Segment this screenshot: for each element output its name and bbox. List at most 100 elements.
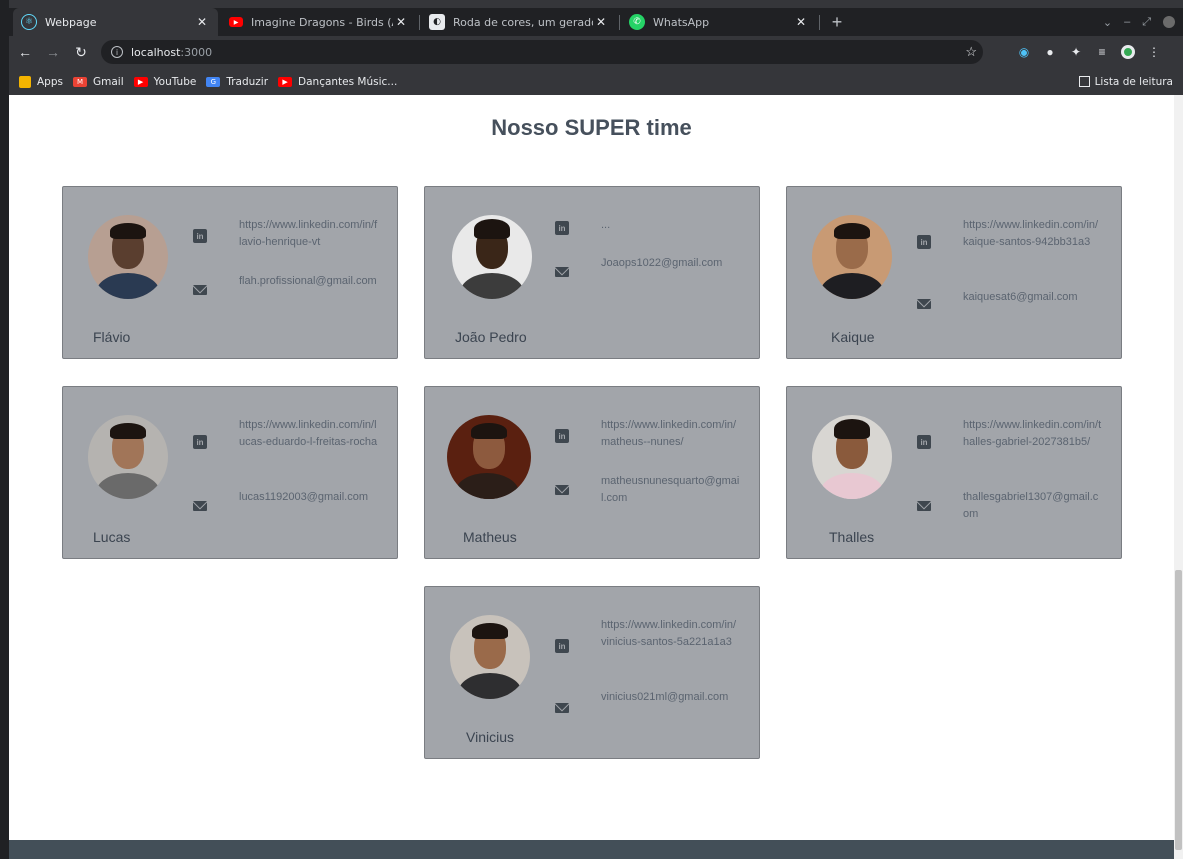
window-controls: ⌄ – ⤢ — [1103, 8, 1175, 36]
menu-kebab-icon[interactable]: ⋮ — [1145, 44, 1163, 60]
bookmark-traduzir[interactable]: G Traduzir — [206, 76, 268, 88]
email-link[interactable]: matheusnunesquarto@gmail.com — [601, 473, 741, 507]
bookmarks-bar: Apps M Gmail ▶ YouTube G Traduzir ▶ Danç… — [9, 68, 1183, 95]
page-scrollbar[interactable] — [1174, 95, 1183, 859]
youtube-icon: ▶ — [278, 76, 293, 87]
close-window-icon[interactable] — [1163, 16, 1175, 28]
member-name: Vinicius — [466, 729, 514, 745]
email-link[interactable]: thallesgabriel1307@gmail.com — [963, 489, 1103, 523]
mail-icon[interactable] — [193, 501, 207, 511]
forward-button[interactable]: → — [41, 40, 65, 64]
linkedin-link[interactable]: https://www.linkedin.com/in/kaique-santo… — [963, 217, 1103, 251]
reading-list-icon — [1078, 76, 1090, 87]
linkedin-icon[interactable]: in — [917, 235, 931, 249]
member-name: Lucas — [93, 529, 131, 545]
bookmark-youtube[interactable]: ▶ YouTube — [133, 76, 196, 88]
email-link[interactable]: Joaops1022@gmail.com — [601, 255, 741, 272]
linkedin-link[interactable]: ... — [601, 217, 741, 234]
mail-icon[interactable] — [555, 703, 569, 713]
linkedin-icon[interactable]: in — [555, 221, 569, 235]
member-card: in https://www.linkedin.com/in/matheus--… — [424, 386, 760, 559]
member-card: in https://www.linkedin.com/in/flavio-he… — [62, 186, 398, 359]
bookmark-apps[interactable]: Apps — [19, 75, 63, 88]
youtube-icon: ▶ — [229, 17, 243, 27]
mail-icon[interactable] — [917, 299, 931, 309]
color-wheel-icon: ◐ — [429, 14, 445, 30]
avatar — [88, 215, 168, 299]
avatar — [450, 615, 530, 699]
linkedin-link[interactable]: https://www.linkedin.com/in/thalles-gabr… — [963, 417, 1103, 451]
browser-toolbar: ← → ↻ i localhost:3000 ☆ ◉ ● ✦ ≡ ⋮ — [9, 36, 1183, 68]
mail-icon[interactable] — [555, 267, 569, 277]
scrollbar-thumb[interactable] — [1175, 570, 1182, 850]
linkedin-link[interactable]: https://www.linkedin.com/in/flavio-henri… — [239, 217, 379, 251]
member-name: João Pedro — [455, 329, 527, 345]
page-footer — [9, 840, 1174, 859]
tab-webpage[interactable]: ⚛ Webpage ✕ — [13, 8, 218, 36]
linkedin-link[interactable]: https://www.linkedin.com/in/matheus--nun… — [601, 417, 741, 451]
minimize-icon[interactable]: – — [1124, 16, 1130, 28]
info-icon[interactable]: i — [111, 46, 123, 58]
linkedin-icon[interactable]: in — [193, 229, 207, 243]
gmail-icon: M — [72, 76, 87, 87]
email-link[interactable]: vinicius021ml@gmail.com — [601, 689, 741, 706]
email-link[interactable]: flah.profissional@gmail.com — [239, 273, 379, 290]
bookmark-star-icon[interactable]: ☆ — [965, 44, 977, 60]
member-card: in https://www.linkedin.com/in/lucas-edu… — [62, 386, 398, 559]
window-left-edge — [0, 0, 9, 859]
email-link[interactable]: kaiquesat6@gmail.com — [963, 289, 1103, 306]
react-icon: ⚛ — [21, 14, 37, 30]
reload-button[interactable]: ↻ — [69, 40, 93, 64]
close-tab-icon[interactable]: ✕ — [393, 15, 409, 29]
browser-chrome: ⚛ Webpage ✕ ▶ Imagine Dragons - Birds (A… — [0, 0, 1183, 95]
extension-icon[interactable]: ● — [1041, 44, 1059, 60]
member-card: in ... Joaops1022@gmail.com João Pedro — [424, 186, 760, 359]
reading-list-button[interactable]: Lista de leitura — [1078, 76, 1173, 88]
linkedin-icon[interactable]: in — [555, 639, 569, 653]
back-button[interactable]: ← — [13, 40, 37, 64]
whatsapp-icon: ✆ — [629, 14, 645, 30]
member-name: Kaique — [831, 329, 875, 345]
member-name: Flávio — [93, 329, 131, 345]
tab-youtube[interactable]: ▶ Imagine Dragons - Birds (Anim ✕ — [221, 8, 417, 36]
media-control-icon[interactable]: ≡ — [1093, 44, 1111, 60]
member-card: in https://www.linkedin.com/in/kaique-sa… — [786, 186, 1122, 359]
page-title: Nosso SUPER time — [491, 115, 692, 140]
close-tab-icon[interactable]: ✕ — [593, 15, 609, 29]
avatar — [447, 415, 531, 499]
tab-separator — [419, 15, 420, 30]
profile-avatar-icon[interactable] — [1119, 44, 1137, 60]
member-name: Matheus — [463, 529, 517, 545]
close-tab-icon[interactable]: ✕ — [793, 15, 809, 29]
email-link[interactable]: lucas1192003@gmail.com — [239, 489, 379, 506]
avatar — [812, 215, 892, 299]
translate-icon: G — [206, 76, 221, 87]
linkedin-link[interactable]: https://www.linkedin.com/in/lucas-eduard… — [239, 417, 379, 451]
linkedin-icon[interactable]: in — [917, 435, 931, 449]
tab-separator — [819, 15, 820, 30]
new-tab-button[interactable]: + — [825, 8, 849, 36]
puzzle-extensions-icon[interactable]: ✦ — [1067, 44, 1085, 60]
audio-extension-icon[interactable]: ◉ — [1015, 44, 1033, 60]
bookmark-gmail[interactable]: M Gmail — [72, 76, 124, 88]
avatar — [812, 415, 892, 499]
mail-icon[interactable] — [917, 501, 931, 511]
bookmark-dancantes[interactable]: ▶ Dançantes Músic... — [278, 76, 397, 88]
apps-icon — [19, 75, 31, 88]
member-card: in https://www.linkedin.com/in/thalles-g… — [786, 386, 1122, 559]
mail-icon[interactable] — [193, 285, 207, 295]
linkedin-link[interactable]: https://www.linkedin.com/in/vinicius-san… — [601, 617, 741, 651]
tab-separator — [619, 15, 620, 30]
linkedin-icon[interactable]: in — [193, 435, 207, 449]
address-bar[interactable]: i localhost:3000 ☆ — [101, 40, 983, 64]
linkedin-icon[interactable]: in — [555, 429, 569, 443]
maximize-icon[interactable]: ⤢ — [1142, 16, 1151, 29]
tab-color-wheel[interactable]: ◐ Roda de cores, um gerador de ✕ — [421, 8, 617, 36]
tab-search-icon[interactable]: ⌄ — [1103, 16, 1112, 29]
tab-whatsapp[interactable]: ✆ WhatsApp ✕ — [621, 8, 817, 36]
avatar — [88, 415, 168, 499]
youtube-icon: ▶ — [133, 76, 148, 87]
mail-icon[interactable] — [555, 485, 569, 495]
member-name: Thalles — [829, 529, 875, 545]
close-tab-icon[interactable]: ✕ — [194, 15, 210, 29]
